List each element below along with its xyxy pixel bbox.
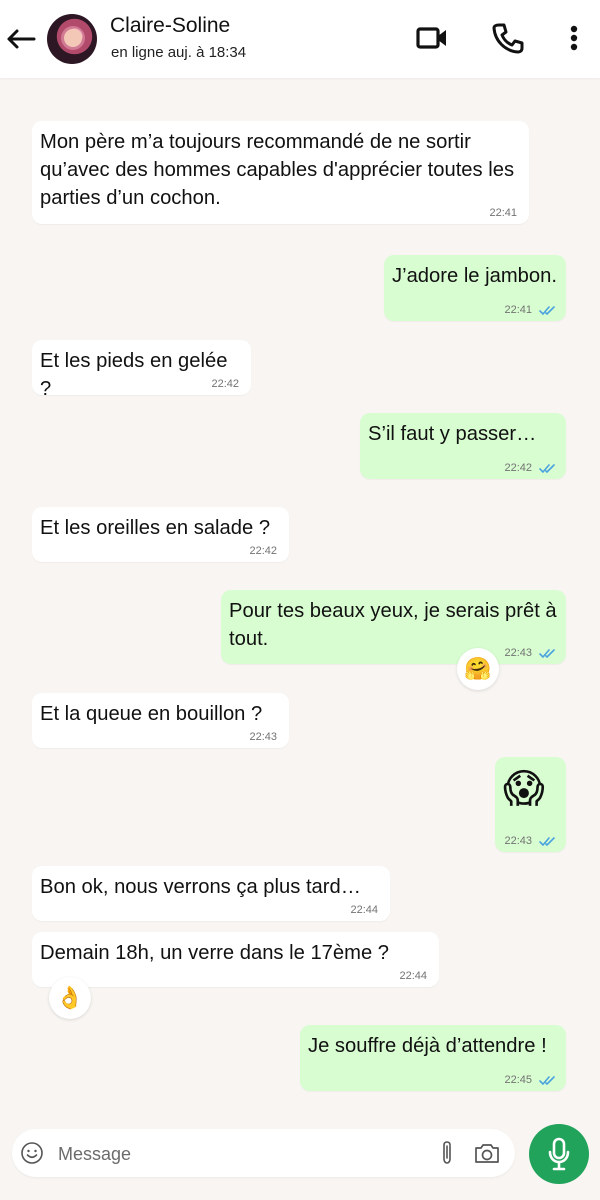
message-composer bbox=[12, 1129, 515, 1177]
hugging-face-emoji: 🤗 bbox=[464, 656, 492, 681]
read-double-check-icon bbox=[539, 1076, 555, 1085]
message-time: 22:41 bbox=[489, 207, 517, 219]
message-text: Et la queue en bouillon ? bbox=[40, 703, 263, 725]
contact-status: en ligne auj. à 18:34 bbox=[111, 44, 247, 61]
message-bubble-incoming[interactable]: Mon père m’a toujours recommandé de ne s… bbox=[32, 121, 529, 224]
message-text: Et les oreilles en salade ? bbox=[40, 517, 271, 539]
emoji-icon[interactable] bbox=[20, 1141, 44, 1165]
message-time: 22:43 bbox=[249, 731, 277, 743]
message-time: 22:43 bbox=[504, 835, 532, 847]
message-time: 22:42 bbox=[504, 462, 532, 474]
message-text: S’il faut y passer… bbox=[368, 423, 537, 445]
message-time: 22:41 bbox=[504, 304, 532, 316]
avatar[interactable] bbox=[47, 14, 97, 64]
video-camera-icon[interactable] bbox=[414, 20, 450, 56]
message-text: J’adore le jambon. bbox=[392, 265, 557, 287]
reaction-badge[interactable]: 🤗 bbox=[457, 648, 499, 690]
message-text: Et les pieds en gelée ? bbox=[40, 350, 228, 400]
phone-icon[interactable] bbox=[490, 20, 526, 56]
message-bubble-incoming[interactable]: Bon ok, nous verrons ça plus tard… 22:44 bbox=[32, 866, 390, 921]
contact-name[interactable]: Claire-Soline bbox=[110, 14, 230, 38]
paperclip-icon[interactable] bbox=[438, 1140, 456, 1166]
message-text: Je souffre déjà d’attendre ! bbox=[308, 1035, 547, 1057]
message-text: Bon ok, nous verrons ça plus tard… bbox=[40, 876, 361, 898]
chat-header: Claire-Soline en ligne auj. à 18:34 bbox=[0, 0, 600, 78]
read-double-check-icon bbox=[539, 306, 555, 315]
more-vertical-icon[interactable] bbox=[559, 20, 589, 56]
read-double-check-icon bbox=[539, 464, 555, 473]
message-time: 22:44 bbox=[350, 904, 378, 916]
message-bubble-outgoing[interactable]: Je souffre déjà d’attendre ! 22:45 bbox=[300, 1025, 566, 1091]
message-text: Demain 18h, un verre dans le 17ème ? bbox=[40, 942, 390, 964]
read-double-check-icon bbox=[539, 837, 555, 846]
message-time: 22:42 bbox=[249, 545, 277, 557]
message-bubble-incoming[interactable]: Et la queue en bouillon ? 22:43 bbox=[32, 693, 289, 748]
message-bubble-outgoing[interactable]: S’il faut y passer… 22:42 bbox=[360, 413, 566, 479]
message-text: Mon père m’a toujours recommandé de ne s… bbox=[40, 131, 515, 209]
message-bubble-outgoing[interactable]: Pour tes beaux yeux, je serais prêt à to… bbox=[221, 590, 566, 664]
message-time: 22:45 bbox=[504, 1074, 532, 1086]
message-time: 22:43 bbox=[504, 647, 532, 659]
back-arrow-icon[interactable] bbox=[4, 22, 38, 56]
message-bubble-outgoing[interactable]: J’adore le jambon. 22:41 bbox=[384, 255, 566, 321]
message-bubble-incoming[interactable]: Et les oreilles en salade ? 22:42 bbox=[32, 507, 289, 562]
ok-hand-emoji: 👌 bbox=[56, 985, 84, 1010]
camera-icon[interactable] bbox=[473, 1141, 501, 1165]
message-input[interactable] bbox=[56, 1137, 420, 1171]
reaction-badge[interactable]: 👌 bbox=[49, 977, 91, 1019]
message-bubble-incoming[interactable]: Et les pieds en gelée ? 22:42 bbox=[32, 340, 251, 400]
voice-record-button[interactable] bbox=[529, 1124, 589, 1184]
read-double-check-icon bbox=[539, 649, 555, 658]
message-time: 22:42 bbox=[211, 378, 239, 390]
message-bubble-outgoing[interactable]: 😱 22:43 bbox=[495, 757, 566, 852]
message-time: 22:44 bbox=[399, 970, 427, 982]
screaming-face-emoji: 😱 bbox=[503, 767, 545, 811]
message-bubble-incoming[interactable]: Demain 18h, un verre dans le 17ème ? 22:… bbox=[32, 932, 439, 987]
microphone-icon bbox=[548, 1137, 570, 1171]
message-text: Pour tes beaux yeux, je serais prêt à to… bbox=[229, 600, 557, 650]
